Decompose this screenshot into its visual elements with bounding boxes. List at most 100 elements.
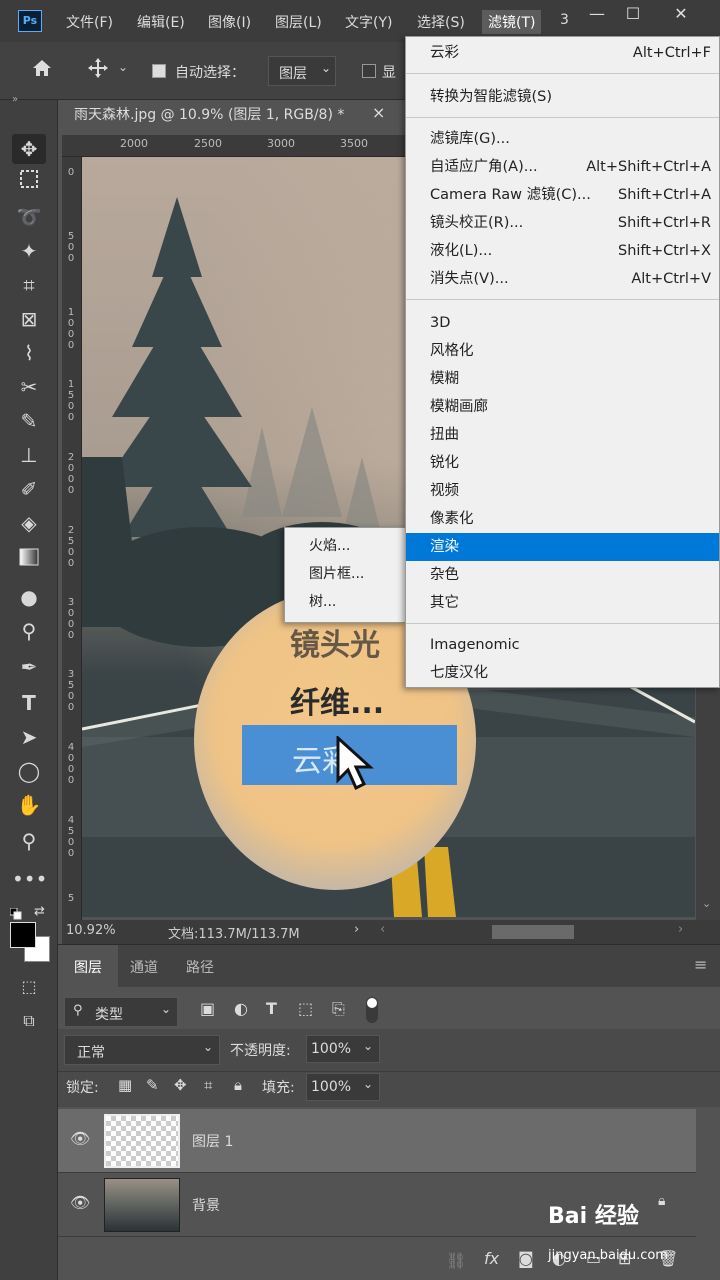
layer-filter-dropdown[interactable]: ⚲ 类型 ⌄ <box>64 997 178 1027</box>
lasso-tool-icon[interactable]: ➰ <box>12 202 46 232</box>
foreground-color-swatch[interactable] <box>10 922 36 948</box>
lock-transparency-icon[interactable]: ▦ <box>118 1076 132 1094</box>
shape-filter-icon[interactable]: ⬚ <box>298 999 313 1018</box>
submenu-picture-frame[interactable]: 图片框... <box>285 560 405 588</box>
submenu-tree[interactable]: 树... <box>285 588 405 616</box>
screen-mode-icon[interactable]: ⧉ <box>12 1006 46 1036</box>
menu-type[interactable]: 文字(Y) <box>345 12 392 32</box>
filter-menu-item[interactable]: 滤镜库(G)... <box>406 125 719 153</box>
menu-file[interactable]: 文件(F) <box>66 12 113 32</box>
menu-3d[interactable]: 3 <box>560 12 569 28</box>
path-selection-icon[interactable]: ➤ <box>12 722 46 752</box>
filter-menu-item[interactable]: 像素化 <box>406 505 719 533</box>
filter-toggle[interactable] <box>366 997 378 1023</box>
link-layers-icon[interactable]: ⛓ <box>446 1251 466 1270</box>
magic-wand-icon[interactable]: ✦ <box>12 236 46 266</box>
type-filter-icon[interactable]: T <box>266 999 277 1018</box>
filter-menu-item[interactable]: 杂色 <box>406 561 719 589</box>
close-window-button[interactable]: ✕ <box>664 4 698 26</box>
add-mask-icon[interactable]: ◙ <box>518 1249 534 1268</box>
menu-filter[interactable]: 滤镜(T) <box>482 10 542 34</box>
lock-artboard-icon[interactable]: ⌗ <box>204 1076 212 1094</box>
ellipse-tool-icon[interactable]: ◯ <box>12 756 46 786</box>
frame-tool-icon[interactable]: ⊠ <box>12 304 46 334</box>
filter-menu-item[interactable]: 消失点(V)... Alt+Ctrl+V <box>406 265 719 293</box>
show-transform-checkbox[interactable] <box>362 64 376 78</box>
collapse-panel-icon[interactable]: » <box>12 94 18 105</box>
filter-menu-item[interactable]: Imagenomic <box>406 631 719 659</box>
filter-menu-item[interactable]: 视频 <box>406 477 719 505</box>
smart-object-filter-icon[interactable]: ⎘ <box>332 999 345 1019</box>
tab-channels[interactable]: 通道 <box>130 957 158 977</box>
blend-mode-dropdown[interactable]: 正常 ⌄ <box>64 1035 220 1065</box>
blur-tool-icon[interactable]: ● <box>12 582 46 612</box>
move-tool-icon[interactable] <box>86 56 110 80</box>
auto-select-dropdown[interactable]: 图层 ⌄ <box>268 56 336 86</box>
fx-icon[interactable]: fx <box>484 1249 499 1268</box>
filter-menu-item[interactable]: 3D <box>406 309 719 337</box>
healing-brush-icon[interactable]: ✂ <box>12 372 46 402</box>
scroll-left-icon[interactable]: ‹ <box>380 922 385 937</box>
eraser-tool-icon[interactable]: ◈ <box>12 508 46 538</box>
zoom-level[interactable]: 10.92% <box>66 923 116 938</box>
move-tool-icon[interactable]: ✥ <box>12 134 46 164</box>
menu-select[interactable]: 选择(S) <box>417 12 465 32</box>
scroll-right-icon[interactable]: › <box>678 922 683 937</box>
maximize-button[interactable]: ☐ <box>616 4 650 26</box>
chevron-down-icon[interactable]: ⌄ <box>118 60 128 74</box>
chevron-right-icon[interactable]: › <box>354 922 359 937</box>
filter-menu-item[interactable]: 镜头校正(R)... Shift+Ctrl+R <box>406 209 719 237</box>
filter-menu-item[interactable]: 风格化 <box>406 337 719 365</box>
type-tool-icon[interactable]: T <box>12 688 46 718</box>
filter-menu-item[interactable]: 模糊 <box>406 365 719 393</box>
auto-select-checkbox[interactable] <box>152 64 166 78</box>
swap-colors-icon[interactable]: ⇄ <box>34 904 45 919</box>
minimize-button[interactable]: — <box>580 4 614 26</box>
filter-menu-item[interactable]: 其它 <box>406 589 719 617</box>
filter-menu-item[interactable]: 云彩 Alt+Ctrl+F <box>406 39 719 67</box>
dodge-tool-icon[interactable]: ⚲ <box>12 616 46 646</box>
filter-menu-item[interactable]: 转换为智能滤镜(S) <box>406 83 719 111</box>
menu-layer[interactable]: 图层(L) <box>275 12 322 32</box>
pixel-filter-icon[interactable]: ▣ <box>200 999 215 1018</box>
menu-edit[interactable]: 编辑(E) <box>137 12 185 32</box>
tab-paths[interactable]: 路径 <box>186 957 214 977</box>
eyedropper-icon[interactable]: ⌇ <box>12 338 46 368</box>
marquee-tool-icon[interactable] <box>12 168 46 198</box>
gradient-tool-icon[interactable] <box>12 544 46 574</box>
filter-menu-item[interactable]: 扭曲 <box>406 421 719 449</box>
filter-menu-item[interactable]: 模糊画廊 <box>406 393 719 421</box>
lock-pixels-icon[interactable]: ✎ <box>146 1076 159 1094</box>
quick-mask-icon[interactable]: ⬚ <box>12 972 46 1002</box>
home-icon[interactable] <box>30 56 54 80</box>
document-tab[interactable]: 雨天森林.jpg @ 10.9% (图层 1, RGB/8) * × <box>62 100 392 130</box>
fill-field[interactable]: 100% ⌄ <box>306 1073 380 1101</box>
eye-icon[interactable]: 👁︎ <box>70 1129 90 1148</box>
crop-tool-icon[interactable]: ⌗ <box>12 270 46 300</box>
filter-menu-item[interactable]: 七度汉化 <box>406 659 719 687</box>
filter-menu-item[interactable]: 锐化 <box>406 449 719 477</box>
more-tools-icon[interactable]: ••• <box>12 864 47 894</box>
layer-row[interactable]: 👁︎ 图层 1 <box>58 1109 696 1173</box>
filter-menu-item[interactable]: Camera Raw 滤镜(C)... Shift+Ctrl+A <box>406 181 719 209</box>
adjustment-filter-icon[interactable]: ◐ <box>234 999 248 1018</box>
submenu-flame[interactable]: 火焰... <box>285 532 405 560</box>
eye-icon[interactable]: 👁︎ <box>70 1193 90 1212</box>
clone-stamp-icon[interactable]: ⊥ <box>12 440 46 470</box>
panel-menu-icon[interactable]: ≡ <box>694 955 707 974</box>
hand-tool-icon[interactable]: ✋ <box>12 790 46 820</box>
menu-image[interactable]: 图像(I) <box>208 12 251 32</box>
opacity-field[interactable]: 100% ⌄ <box>306 1035 380 1063</box>
lock-position-icon[interactable]: ✥ <box>174 1076 187 1094</box>
layer-name[interactable]: 图层 1 <box>192 1131 233 1151</box>
close-tab-icon[interactable]: × <box>372 103 385 122</box>
tab-layers[interactable]: 图层 <box>74 957 102 977</box>
zoom-tool-icon[interactable]: ⚲ <box>12 826 46 856</box>
default-colors-icon[interactable] <box>9 907 22 920</box>
lock-all-icon[interactable]: 🔒︎ <box>234 1076 242 1094</box>
filter-menu-item[interactable]: 液化(L)... Shift+Ctrl+X <box>406 237 719 265</box>
filter-menu-item-render[interactable]: 渲染 <box>406 533 719 561</box>
horizontal-scrollbar-thumb[interactable] <box>492 925 574 939</box>
scroll-down-icon[interactable]: ⌄ <box>702 897 711 910</box>
filter-menu-item[interactable]: 自适应广角(A)... Alt+Shift+Ctrl+A <box>406 153 719 181</box>
